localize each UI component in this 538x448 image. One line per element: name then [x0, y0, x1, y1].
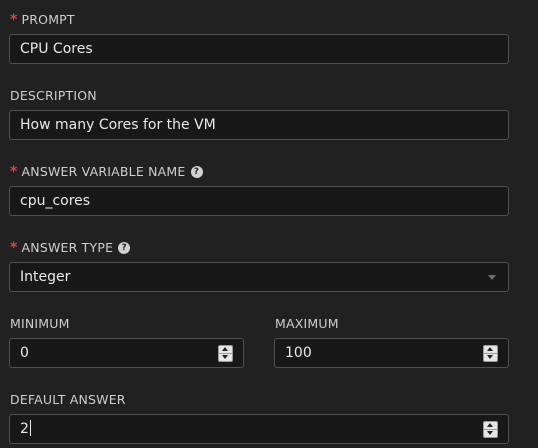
required-asterisk: *	[10, 11, 18, 28]
description-label-text: DESCRIPTION	[10, 88, 97, 103]
description-input-value: How many Cores for the VM	[20, 117, 216, 133]
maximum-label: MAXIMUM	[275, 316, 339, 331]
minimum-value: 0	[20, 345, 29, 361]
prompt-label: * PROMPT	[10, 12, 75, 27]
increment-arrow-icon[interactable]	[484, 346, 497, 354]
decrement-arrow-icon[interactable]	[484, 430, 497, 437]
increment-arrow-icon[interactable]	[219, 346, 232, 354]
maximum-input[interactable]: 100	[274, 338, 509, 368]
maximum-label-text: MAXIMUM	[275, 316, 339, 331]
decrement-arrow-icon[interactable]	[484, 354, 497, 361]
default-answer-label: DEFAULT ANSWER	[10, 392, 126, 407]
prompt-label-text: PROMPT	[21, 12, 75, 27]
answer-variable-name-input[interactable]: cpu_cores	[9, 186, 509, 216]
minimum-input[interactable]: 0	[9, 338, 244, 368]
default-answer-stepper[interactable]	[483, 421, 498, 438]
prompt-input[interactable]: CPU Cores	[9, 34, 509, 64]
text-cursor	[29, 420, 31, 436]
answer-variable-name-value: cpu_cores	[20, 193, 91, 209]
answer-type-selected: Integer	[20, 269, 71, 285]
question-circle-icon[interactable]: ?	[118, 241, 131, 254]
answer-variable-name-label-text: ANSWER VARIABLE NAME	[21, 164, 186, 179]
answer-type-label-text: ANSWER TYPE	[21, 240, 114, 255]
answer-type-label: * ANSWER TYPE ?	[10, 239, 131, 256]
decrement-arrow-icon[interactable]	[219, 354, 232, 361]
minimum-label: MINIMUM	[10, 316, 70, 331]
required-asterisk: *	[10, 239, 18, 256]
default-answer-value: 2	[20, 421, 29, 437]
increment-arrow-icon[interactable]	[484, 422, 497, 430]
prompt-input-value: CPU Cores	[20, 41, 93, 57]
default-answer-value-wrap: 2	[20, 415, 31, 443]
chevron-down-icon	[488, 275, 496, 280]
description-label: DESCRIPTION	[10, 88, 97, 103]
maximum-stepper[interactable]	[483, 345, 498, 362]
maximum-value: 100	[285, 345, 312, 361]
question-circle-icon[interactable]: ?	[190, 165, 203, 178]
default-answer-input[interactable]: 2	[9, 414, 509, 444]
required-asterisk: *	[10, 163, 18, 180]
minimum-stepper[interactable]	[218, 345, 233, 362]
answer-variable-name-label: * ANSWER VARIABLE NAME ?	[10, 164, 203, 179]
answer-type-select[interactable]: Integer	[9, 262, 509, 292]
description-input[interactable]: How many Cores for the VM	[9, 110, 509, 140]
survey-question-form: * PROMPT CPU Cores DESCRIPTION How many …	[0, 0, 538, 448]
default-answer-label-text: DEFAULT ANSWER	[10, 392, 126, 407]
minimum-label-text: MINIMUM	[10, 316, 70, 331]
